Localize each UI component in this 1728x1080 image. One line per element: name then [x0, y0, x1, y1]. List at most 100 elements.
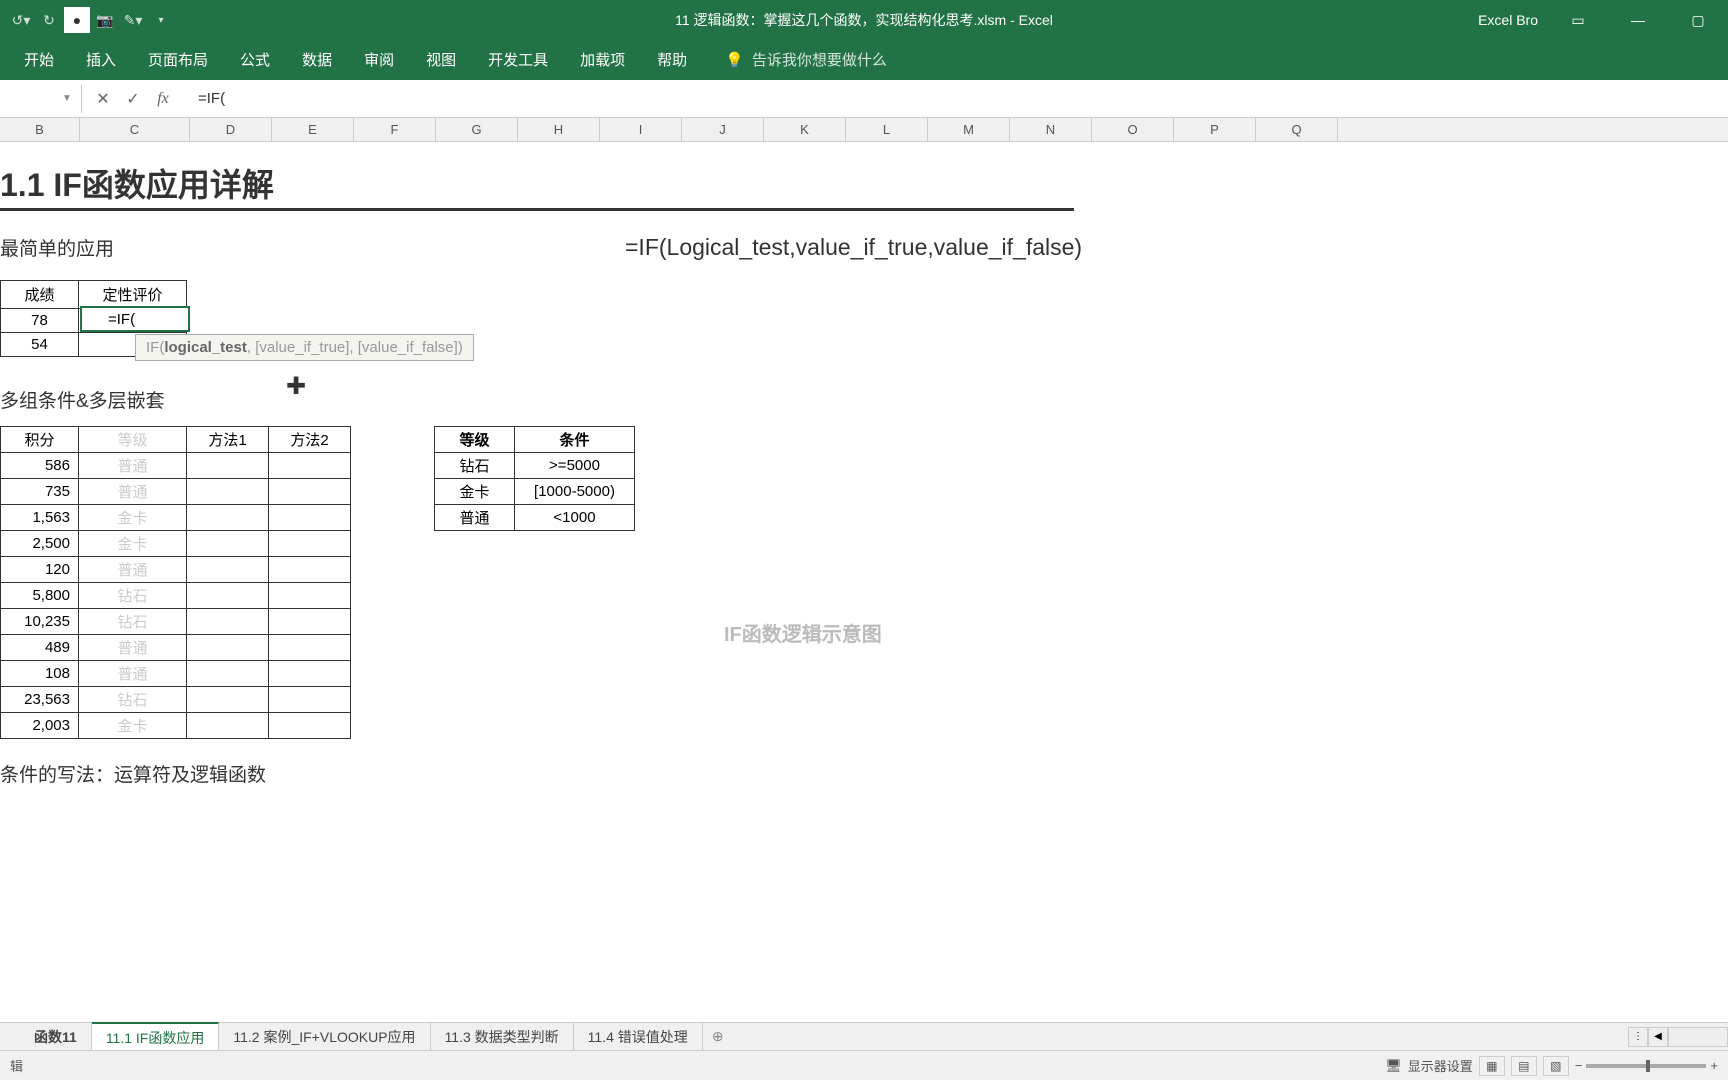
column-header[interactable]: P: [1174, 118, 1256, 141]
table-cell[interactable]: [269, 531, 351, 557]
table-cell[interactable]: 120: [1, 557, 79, 583]
tab-layout[interactable]: 页面布局: [134, 41, 222, 80]
table-cell[interactable]: [269, 453, 351, 479]
table-cell[interactable]: 钻石: [79, 609, 187, 635]
column-header[interactable]: F: [354, 118, 436, 141]
table-cell[interactable]: 108: [1, 661, 79, 687]
tell-me[interactable]: 💡 告诉我你想要做什么: [725, 49, 887, 80]
account-name[interactable]: Excel Bro: [1478, 12, 1538, 28]
scroll-left-icon[interactable]: ◀: [1648, 1027, 1668, 1047]
sheet-tab[interactable]: 函数11: [20, 1023, 92, 1051]
tab-view[interactable]: 视图: [412, 41, 470, 80]
cancel-icon[interactable]: ✕: [88, 84, 118, 114]
table-cell[interactable]: [269, 479, 351, 505]
table-cell[interactable]: [269, 557, 351, 583]
view-layout-icon[interactable]: ▤: [1511, 1056, 1537, 1076]
table-cell[interactable]: 普通: [79, 557, 187, 583]
table-cell[interactable]: 钻石: [79, 583, 187, 609]
enter-icon[interactable]: ✓: [118, 84, 148, 114]
undo-dropdown-icon[interactable]: ↺▾: [8, 7, 34, 33]
table-cell[interactable]: 普通: [79, 635, 187, 661]
new-sheet-icon[interactable]: ⊕: [703, 1028, 733, 1045]
table-cell[interactable]: 5,800: [1, 583, 79, 609]
column-header[interactable]: K: [764, 118, 846, 141]
column-header[interactable]: O: [1092, 118, 1174, 141]
name-box[interactable]: [4, 83, 59, 115]
column-header[interactable]: L: [846, 118, 928, 141]
table-cell[interactable]: [187, 661, 269, 687]
ribbon-display-icon[interactable]: ▭: [1558, 0, 1598, 40]
table-cell[interactable]: [269, 505, 351, 531]
table-cell[interactable]: [269, 687, 351, 713]
table-cell[interactable]: [187, 583, 269, 609]
table-cell[interactable]: [269, 713, 351, 739]
table-cell[interactable]: 735: [1, 479, 79, 505]
zoom-slider[interactable]: − +: [1575, 1058, 1718, 1073]
table-cell[interactable]: 普通: [79, 661, 187, 687]
view-normal-icon[interactable]: ▦: [1479, 1056, 1505, 1076]
redo-icon[interactable]: ↻: [36, 7, 62, 33]
table-cell[interactable]: [187, 453, 269, 479]
table-cell[interactable]: [187, 713, 269, 739]
tab-developer[interactable]: 开发工具: [474, 41, 562, 80]
table-cell[interactable]: [187, 609, 269, 635]
tab-help[interactable]: 帮助: [643, 41, 701, 80]
table-cell[interactable]: 钻石: [435, 453, 515, 479]
table-cell[interactable]: 普通: [79, 479, 187, 505]
column-header[interactable]: I: [600, 118, 682, 141]
table-cell[interactable]: 金卡: [435, 479, 515, 505]
formula-input[interactable]: =IF(: [178, 90, 1728, 107]
active-cell-editor[interactable]: =IF(: [80, 306, 190, 332]
display-settings[interactable]: 显示器设置: [1408, 1056, 1473, 1075]
save-icon[interactable]: ●: [64, 7, 90, 33]
column-header[interactable]: J: [682, 118, 764, 141]
column-header[interactable]: N: [1010, 118, 1092, 141]
table-cell[interactable]: [1000-5000): [515, 479, 635, 505]
column-header[interactable]: D: [190, 118, 272, 141]
tab-review[interactable]: 审阅: [350, 41, 408, 80]
table-cell[interactable]: [269, 583, 351, 609]
minimize-icon[interactable]: —: [1618, 0, 1658, 40]
table-cell[interactable]: 金卡: [79, 713, 187, 739]
table-cell[interactable]: <1000: [515, 505, 635, 531]
table-cell[interactable]: [269, 661, 351, 687]
table-cell[interactable]: 金卡: [79, 531, 187, 557]
table-cell[interactable]: [187, 687, 269, 713]
table-cell[interactable]: >=5000: [515, 453, 635, 479]
column-header[interactable]: H: [518, 118, 600, 141]
table-cell[interactable]: [187, 557, 269, 583]
name-box-dropdown-icon[interactable]: ▼: [59, 93, 75, 104]
tab-options-icon[interactable]: ⋮: [1628, 1027, 1648, 1047]
table-cell[interactable]: [187, 531, 269, 557]
view-pagebreak-icon[interactable]: ▧: [1543, 1056, 1569, 1076]
table-cell[interactable]: [187, 635, 269, 661]
tab-formulas[interactable]: 公式: [226, 41, 284, 80]
zoom-out-icon[interactable]: −: [1575, 1058, 1583, 1073]
sheet-tab[interactable]: 11.1 IF函数应用: [92, 1022, 220, 1052]
worksheet[interactable]: 1.1 IF函数应用详解 最简单的应用 =IF(Logical_test,val…: [0, 142, 1728, 822]
sheet-tab[interactable]: 11.4 错误值处理: [574, 1023, 703, 1051]
table-cell[interactable]: [269, 635, 351, 661]
table-cell[interactable]: 1,563: [1, 505, 79, 531]
tab-addins[interactable]: 加载项: [566, 41, 639, 80]
table-cell[interactable]: [187, 505, 269, 531]
fx-icon[interactable]: fx: [148, 84, 178, 114]
monitor-icon[interactable]: 🖥: [1385, 1058, 1402, 1074]
table-cell[interactable]: 2,003: [1, 713, 79, 739]
column-header[interactable]: E: [272, 118, 354, 141]
table-cell[interactable]: 普通: [79, 453, 187, 479]
formula-tooltip[interactable]: IF(logical_test, [value_if_true], [value…: [135, 334, 474, 361]
table-cell[interactable]: 489: [1, 635, 79, 661]
table-cell[interactable]: 10,235: [1, 609, 79, 635]
column-header[interactable]: G: [436, 118, 518, 141]
table-cell[interactable]: [187, 479, 269, 505]
tab-insert[interactable]: 插入: [72, 41, 130, 80]
table-cell[interactable]: 54: [1, 333, 79, 357]
qat-customize-icon[interactable]: ▾: [148, 7, 174, 33]
column-header[interactable]: M: [928, 118, 1010, 141]
table-cell[interactable]: 586: [1, 453, 79, 479]
tab-data[interactable]: 数据: [288, 41, 346, 80]
table-cell[interactable]: 钻石: [79, 687, 187, 713]
horizontal-scrollbar[interactable]: [1668, 1027, 1728, 1047]
column-header[interactable]: Q: [1256, 118, 1338, 141]
